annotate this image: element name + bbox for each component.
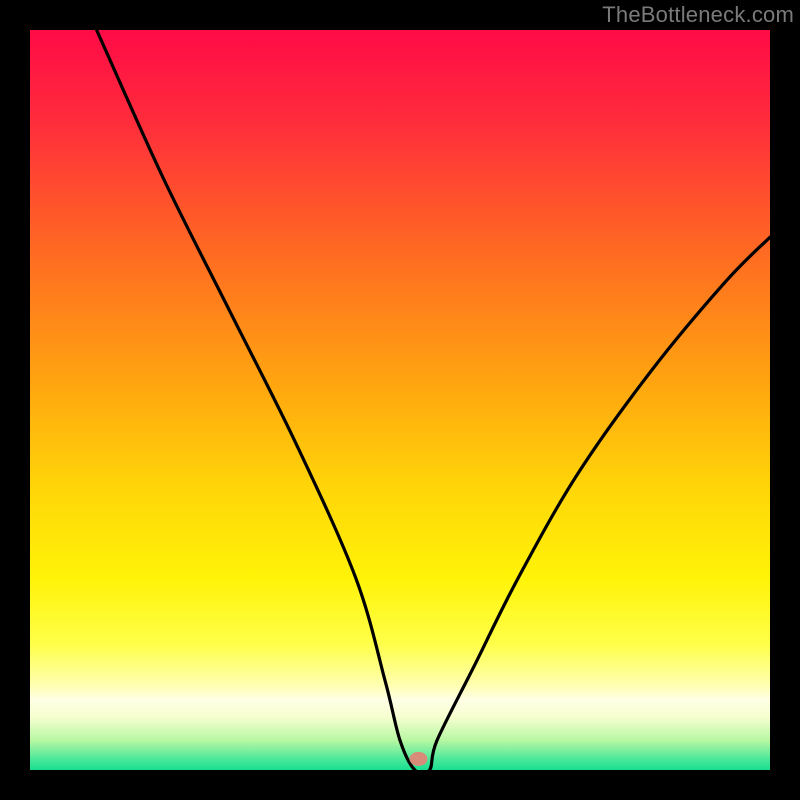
attribution-label: TheBottleneck.com [602, 2, 794, 28]
optimal-point-marker [410, 752, 428, 766]
chart-frame: TheBottleneck.com [0, 0, 800, 800]
bottleneck-chart [0, 0, 800, 800]
gradient-background [30, 30, 770, 770]
